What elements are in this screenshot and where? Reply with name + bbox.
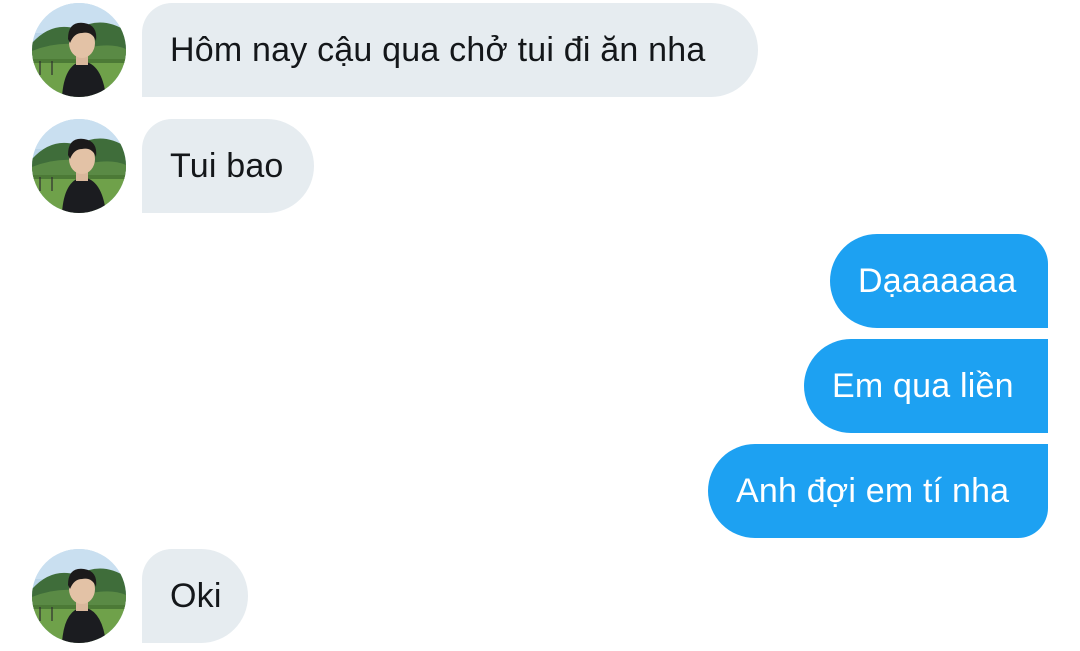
avatar-icon[interactable]: [32, 119, 126, 213]
chat-thread: Hôm nay cậu qua chở tui đi ăn nha Tui ba…: [0, 0, 1080, 651]
message-row-outgoing: Dạaaaaaa: [830, 234, 1048, 328]
message-text: Tui bao: [170, 146, 284, 185]
message-row-incoming: Hôm nay cậu qua chở tui đi ăn nha: [32, 3, 758, 97]
message-bubble-incoming[interactable]: Hôm nay cậu qua chở tui đi ăn nha: [142, 3, 758, 97]
message-row-outgoing: Anh đợi em tí nha: [708, 444, 1048, 538]
message-bubble-outgoing[interactable]: Dạaaaaaa: [830, 234, 1048, 328]
message-bubble-outgoing[interactable]: Em qua liền: [804, 339, 1048, 433]
avatar-icon[interactable]: [32, 3, 126, 97]
message-bubble-incoming[interactable]: Oki: [142, 549, 248, 643]
message-text: Hôm nay cậu qua chở tui đi ăn nha: [170, 30, 706, 69]
message-text: Anh đợi em tí nha: [736, 471, 1010, 510]
message-row-incoming: Tui bao: [32, 119, 314, 213]
message-bubble-incoming[interactable]: Tui bao: [142, 119, 314, 213]
avatar-icon[interactable]: [32, 549, 126, 643]
message-text: Dạaaaaaa: [858, 261, 1017, 300]
message-bubble-outgoing[interactable]: Anh đợi em tí nha: [708, 444, 1048, 538]
message-row-outgoing: Em qua liền: [804, 339, 1048, 433]
message-text: Oki: [170, 576, 222, 615]
message-text: Em qua liền: [832, 366, 1014, 405]
message-row-incoming: Oki: [32, 549, 248, 643]
